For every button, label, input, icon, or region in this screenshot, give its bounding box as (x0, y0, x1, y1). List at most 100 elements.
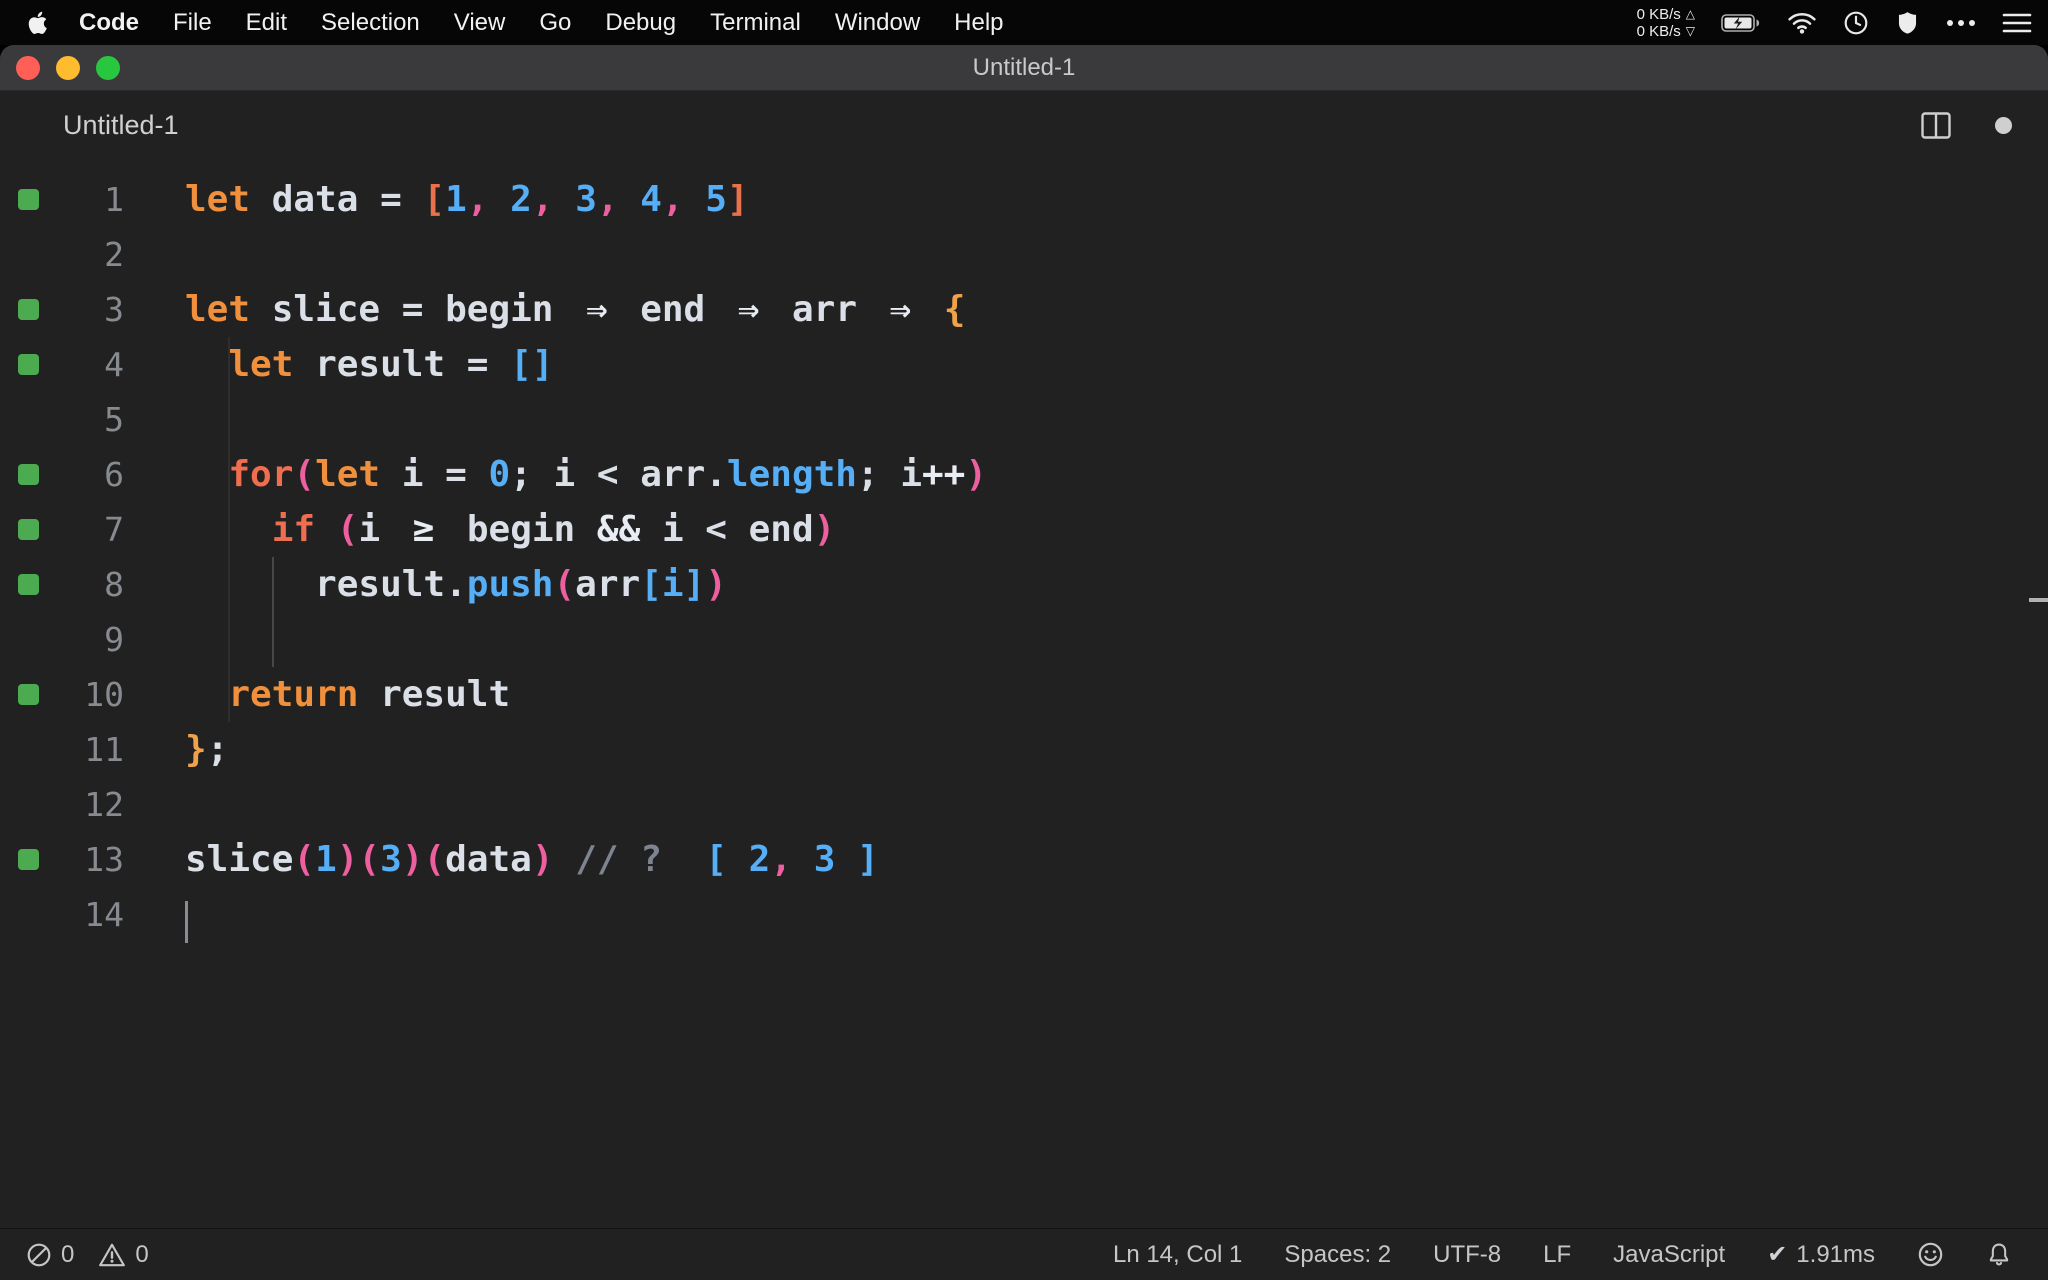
coverage-marker-empty (18, 739, 39, 760)
code-text: for(let i = 0; i < arr.length; i++) (228, 454, 988, 495)
code-line-10[interactable]: 10 return result (0, 667, 2048, 722)
code-text: }; (185, 729, 229, 770)
line-number: 2 (104, 235, 124, 274)
coverage-marker (18, 519, 39, 540)
coverage-marker-empty (18, 244, 39, 265)
encoding-setting[interactable]: UTF-8 (1433, 1241, 1501, 1269)
code-text: let result = [] (228, 344, 554, 385)
network-up-label: 0 KB/s (1636, 5, 1681, 23)
text-cursor (185, 901, 188, 943)
split-editor-icon[interactable] (1921, 112, 1951, 139)
editor-tab-bar: Untitled-1 (0, 91, 2048, 160)
code-text: let data = [1, 2, 3, 4, 5] (185, 179, 749, 220)
quokka-perf[interactable]: ✔ 1.91ms (1767, 1240, 1875, 1269)
menu-item-help[interactable]: Help (937, 9, 1020, 37)
code-line-5[interactable]: 5 (0, 392, 2048, 447)
status-bar-right: Ln 14, Col 1 Spaces: 2 UTF-8 LF JavaScri… (1113, 1240, 2012, 1269)
language-mode[interactable]: JavaScript (1613, 1241, 1725, 1269)
line-number: 3 (104, 290, 124, 329)
menu-item-code[interactable]: Code (62, 9, 156, 37)
wifi-icon[interactable] (1787, 11, 1817, 34)
quokka-perf-time: 1.91ms (1796, 1240, 1875, 1268)
menu-item-go[interactable]: Go (522, 9, 588, 37)
menu-bar: Code File Edit Selection View Go Debug Terminal… (0, 0, 2048, 45)
coverage-marker-empty (18, 794, 39, 815)
eol-setting[interactable]: LF (1543, 1241, 1571, 1269)
window-title-bar[interactable]: Untitled-1 (0, 45, 2048, 91)
code-line-4[interactable]: 4 let result = [] (0, 337, 2048, 392)
coverage-marker (18, 849, 39, 870)
error-count[interactable]: 0 (26, 1241, 74, 1269)
cursor-position[interactable]: Ln 14, Col 1 (1113, 1241, 1242, 1269)
code-line-8[interactable]: 8 result.push(arr[i]) (0, 557, 2048, 612)
notifications-bell-icon[interactable] (1986, 1241, 2012, 1268)
unsaved-changes-dot[interactable] (1995, 117, 2012, 134)
line-number: 4 (104, 345, 124, 384)
coverage-marker (18, 299, 39, 320)
feedback-smiley-icon[interactable] (1917, 1241, 1944, 1268)
code-line-12[interactable]: 12 (0, 777, 2048, 832)
coverage-marker-empty (18, 904, 39, 925)
warning-count-label: 0 (135, 1240, 149, 1268)
code-text: if (i ≥ begin && i < end) (271, 509, 836, 550)
upload-arrow-icon: △ (1685, 6, 1695, 21)
editor-window: Untitled-1 Untitled-1 1 let data = [1, 2,… (0, 45, 2048, 1280)
code-line-3[interactable]: 3 let slice = begin ⇒ end ⇒ arr ⇒ { (0, 282, 2048, 337)
ellipsis-icon[interactable] (1946, 19, 1976, 27)
code-line-1[interactable]: 1 let data = [1, 2, 3, 4, 5] (0, 172, 2048, 227)
indent-guide (272, 557, 274, 667)
shield-app-icon[interactable] (1895, 10, 1920, 36)
coverage-marker (18, 574, 39, 595)
error-count-label: 0 (61, 1240, 75, 1268)
clock-icon[interactable] (1843, 10, 1869, 36)
code-line-2[interactable]: 2 (0, 227, 2048, 282)
line-number: 6 (104, 455, 124, 494)
overview-ruler-mark (2029, 598, 2048, 602)
menu-item-edit[interactable]: Edit (229, 9, 304, 37)
code-line-6[interactable]: 6 for(let i = 0; i < arr.length; i++) (0, 447, 2048, 502)
coverage-marker (18, 354, 39, 375)
line-number: 8 (104, 565, 124, 604)
code-line-13[interactable]: 13 slice(1)(3)(data) // ? [ 2, 3 ] (0, 832, 2048, 887)
menu-item-view[interactable]: View (437, 9, 523, 37)
problems-summary[interactable]: 0 0 (26, 1241, 149, 1269)
battery-icon[interactable] (1721, 13, 1761, 33)
line-number: 13 (84, 840, 124, 879)
line-number: 10 (84, 675, 124, 714)
code-editor[interactable]: 1 let data = [1, 2, 3, 4, 5] 2 3 let slice =… (0, 160, 2048, 1228)
coverage-marker (18, 189, 39, 210)
indent-guide (228, 337, 230, 722)
code-text: return result (228, 674, 511, 715)
line-number: 9 (104, 620, 124, 659)
code-lines: 1 let data = [1, 2, 3, 4, 5] 2 3 let slice =… (0, 172, 2048, 942)
network-speed-indicator[interactable]: 0 KB/s △ 0 KB/s ▽ (1637, 6, 1695, 40)
menu-item-window[interactable]: Window (818, 9, 937, 37)
line-number: 11 (84, 730, 124, 769)
line-number: 5 (104, 400, 124, 439)
tab-untitled-1[interactable]: Untitled-1 (63, 110, 179, 141)
code-line-11[interactable]: 11}; (0, 722, 2048, 777)
warning-count[interactable]: 0 (98, 1240, 149, 1269)
window-title: Untitled-1 (972, 53, 1076, 81)
indentation-setting[interactable]: Spaces: 2 (1284, 1241, 1391, 1269)
menu-item-debug[interactable]: Debug (588, 9, 693, 37)
menu-bar-status-items: 0 KB/s △ 0 KB/s ▽ (1637, 6, 2032, 40)
coverage-marker-empty (18, 409, 39, 430)
menu-list-icon[interactable] (2002, 12, 2032, 34)
editor-actions (1921, 112, 2048, 139)
code-line-14[interactable]: 14 (0, 887, 2048, 942)
check-icon: ✔ (1767, 1241, 1788, 1268)
apple-menu-icon[interactable] (26, 10, 48, 36)
coverage-marker-empty (18, 629, 39, 650)
menu-items: Code File Edit Selection View Go Debug Terminal… (62, 9, 1021, 37)
code-text: let slice = begin ⇒ end ⇒ arr ⇒ { (185, 289, 966, 330)
code-line-7[interactable]: 7 if (i ≥ begin && i < end) (0, 502, 2048, 557)
coverage-marker (18, 464, 39, 485)
menu-item-terminal[interactable]: Terminal (693, 9, 818, 37)
line-number: 1 (104, 180, 124, 219)
code-line-9[interactable]: 9 (0, 612, 2048, 667)
menu-item-selection[interactable]: Selection (304, 9, 437, 37)
status-bar: 0 0 Ln 14, Col 1 Spaces: 2 UTF-8 LF Java… (0, 1228, 2048, 1280)
line-number: 14 (84, 895, 124, 934)
menu-item-file[interactable]: File (156, 9, 229, 37)
